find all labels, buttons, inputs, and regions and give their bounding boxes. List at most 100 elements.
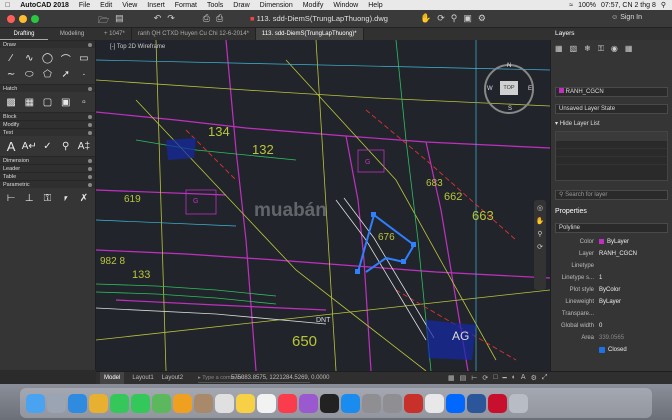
osnap-toggle-icon[interactable]: □	[493, 374, 497, 382]
menu-edit[interactable]: Edit	[95, 2, 117, 9]
orbit-icon[interactable]: ⟳	[437, 13, 445, 24]
delete-constraints-icon[interactable]: ✗	[76, 191, 92, 205]
prop-row-transparency[interactable]: Transpare...	[555, 308, 668, 319]
compass-e[interactable]: E	[528, 86, 532, 92]
section-block[interactable]: Block	[0, 112, 95, 120]
clock[interactable]: 07:57, CN 2 thg 8	[601, 2, 656, 9]
calendar-icon[interactable]	[215, 393, 234, 413]
maps-icon[interactable]	[152, 393, 171, 413]
tab-modeling[interactable]: Modeling	[48, 28, 96, 40]
region-tool-icon[interactable]: ▣	[58, 95, 74, 109]
layer-search-input[interactable]: ⚲ Search for layer	[555, 190, 668, 200]
section-parametric[interactable]: Parametric	[0, 180, 95, 188]
finder-icon[interactable]	[26, 393, 45, 413]
layer-walk-icon[interactable]: ▦	[625, 44, 633, 54]
autocad-icon[interactable]	[404, 393, 423, 413]
files-icon[interactable]	[425, 393, 444, 413]
appletv-icon[interactable]	[320, 393, 339, 413]
minimize-window-button[interactable]	[19, 15, 27, 23]
polar-toggle-icon[interactable]: ⟳	[482, 374, 488, 382]
wifi-icon[interactable]: ≈	[569, 2, 573, 9]
undo-icon[interactable]: ↶	[154, 13, 162, 29]
circle-tool-icon[interactable]: ◯	[39, 51, 55, 65]
section-hatch[interactable]: Hatch	[0, 84, 95, 92]
redo-icon[interactable]: ↷	[167, 13, 175, 29]
facetime-icon[interactable]	[131, 393, 150, 413]
layer-row[interactable]	[556, 149, 667, 157]
search-icon[interactable]: ⚲	[661, 1, 666, 9]
transparency-toggle-icon[interactable]: ◐	[512, 374, 516, 382]
music-icon[interactable]	[278, 393, 297, 413]
section-text[interactable]: Text	[0, 128, 95, 136]
prop-row-plot-style[interactable]: Plot style ByColor	[555, 284, 668, 295]
section-dimension[interactable]: Dimension	[0, 156, 95, 164]
menu-dimension[interactable]: Dimension	[255, 2, 298, 9]
reminders-icon[interactable]	[257, 393, 276, 413]
text-style-icon[interactable]: A‡	[76, 139, 92, 153]
hatch-tool-icon[interactable]: ▩	[3, 95, 19, 109]
hide-layer-list-toggle[interactable]: ▾ Hide Layer List	[555, 120, 668, 127]
podcasts-icon[interactable]	[299, 393, 318, 413]
notes-icon[interactable]	[236, 393, 255, 413]
zalo-icon[interactable]	[446, 393, 465, 413]
close-window-button[interactable]	[7, 15, 15, 23]
menu-format[interactable]: Format	[170, 2, 202, 9]
save-icon[interactable]: ▤	[115, 13, 124, 29]
drawing-canvas[interactable]: 134 132 683 662 663 619 676 650 133 982 …	[96, 40, 550, 371]
ortho-toggle-icon[interactable]: ⊢	[471, 374, 477, 382]
prop-row-linetype[interactable]: Linetype	[555, 260, 668, 271]
line-tool-icon[interactable]: ∕	[3, 51, 19, 65]
polyline-tool-icon[interactable]: ∿	[21, 51, 37, 65]
layer-row[interactable]	[556, 165, 667, 173]
layer-list[interactable]	[555, 131, 668, 181]
grid-toggle-icon[interactable]: ▦	[448, 374, 455, 382]
menu-file[interactable]: File	[74, 2, 95, 9]
gradient-tool-icon[interactable]: ▦	[21, 95, 37, 109]
geometric-constraint-icon[interactable]: ⊥	[21, 191, 37, 205]
layer-row[interactable]	[556, 157, 667, 165]
menu-help[interactable]: Help	[363, 2, 387, 9]
closed-checkbox-row[interactable]: Closed	[555, 344, 668, 355]
chrome-icon[interactable]	[89, 393, 108, 413]
zoom-extents-icon[interactable]: ▣	[463, 13, 472, 24]
menu-window[interactable]: Window	[328, 2, 363, 9]
sysprefs-icon[interactable]	[383, 393, 402, 413]
safari-icon[interactable]	[68, 393, 87, 413]
workspace-icon[interactable]: ⚙	[478, 13, 486, 24]
acrobat-icon[interactable]	[488, 393, 507, 413]
compass-s[interactable]: S	[508, 106, 512, 112]
document-tab-active[interactable]: 113. sdd-DiemS(TrungLapThuong)*	[255, 28, 364, 40]
current-layer-dropdown[interactable]: RANH_CGCN	[555, 87, 668, 97]
layer-state-dropdown[interactable]: Unsaved Layer State	[555, 104, 668, 114]
prop-row-linetype-scale[interactable]: Linetype s... 1	[555, 272, 668, 283]
apple-icon[interactable]: 	[0, 2, 15, 9]
steering-wheel-icon[interactable]: ◎	[537, 204, 543, 212]
prop-row-global-width[interactable]: Global width 0	[555, 320, 668, 331]
nav-zoom-icon[interactable]: ⚲	[537, 230, 542, 238]
closed-checkbox[interactable]	[599, 346, 605, 353]
polygon-tool-icon[interactable]: ⬠	[39, 67, 55, 81]
menu-tools[interactable]: Tools	[202, 2, 228, 9]
trash-icon[interactable]	[509, 393, 528, 413]
arc-tool-icon[interactable]: ⌒	[58, 51, 74, 66]
snap-toggle-icon[interactable]: ▤	[460, 374, 467, 382]
layer-iso-icon[interactable]: ◉	[611, 44, 618, 54]
settings-icon[interactable]	[362, 393, 381, 413]
launchpad-icon[interactable]	[47, 393, 66, 413]
viewcube[interactable]: N S E W TOP	[484, 63, 534, 114]
dimensional-constraint-icon[interactable]: ⊢	[3, 191, 19, 205]
compass-w[interactable]: W	[487, 86, 493, 92]
menu-draw[interactable]: Draw	[228, 2, 254, 9]
plot-icon[interactable]: ⎙	[216, 13, 223, 29]
word-icon[interactable]	[467, 393, 486, 413]
app-menu[interactable]: AutoCAD 2018	[15, 2, 74, 9]
prop-row-layer[interactable]: Layer RANH_CGCN	[555, 248, 668, 259]
layer-freeze-icon[interactable]: ❄	[584, 44, 591, 54]
zoom-window-button[interactable]	[31, 15, 39, 23]
menu-insert[interactable]: Insert	[142, 2, 170, 9]
appstore-icon[interactable]	[341, 393, 360, 413]
section-leader[interactable]: Leader	[0, 164, 95, 172]
viewport-label[interactable]: [-] Top 2D Wireframe	[110, 44, 165, 50]
section-modify[interactable]: Modify	[0, 120, 95, 128]
layer-lock-icon[interactable]: ⚿	[598, 44, 604, 54]
